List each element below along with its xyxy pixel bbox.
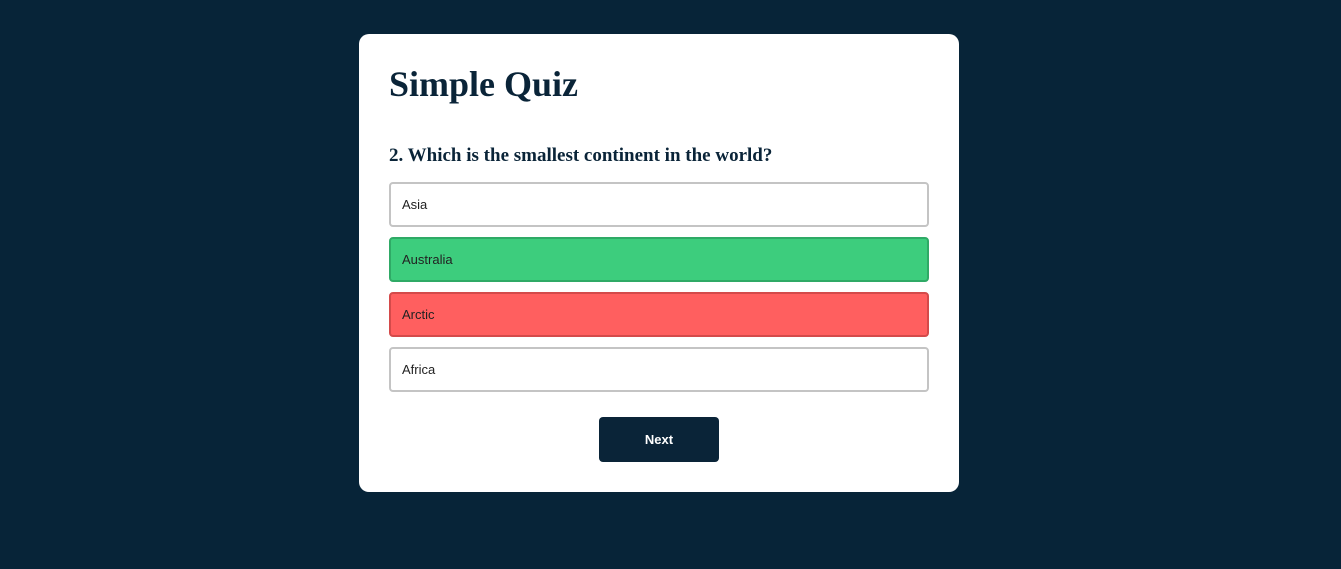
quiz-card: Simple Quiz 2. Which is the smallest con…: [359, 34, 959, 492]
question-text: 2. Which is the smallest continent in th…: [389, 145, 773, 166]
answer-option-australia[interactable]: Australia: [389, 237, 929, 282]
answer-option-arctic[interactable]: Arctic: [389, 292, 929, 337]
answer-list: Asia Australia Arctic Africa: [389, 182, 929, 402]
answer-option-africa[interactable]: Africa: [389, 347, 929, 392]
quiz-title: Simple Quiz: [389, 64, 579, 104]
answer-option-asia[interactable]: Asia: [389, 182, 929, 227]
next-button[interactable]: Next: [599, 417, 719, 462]
